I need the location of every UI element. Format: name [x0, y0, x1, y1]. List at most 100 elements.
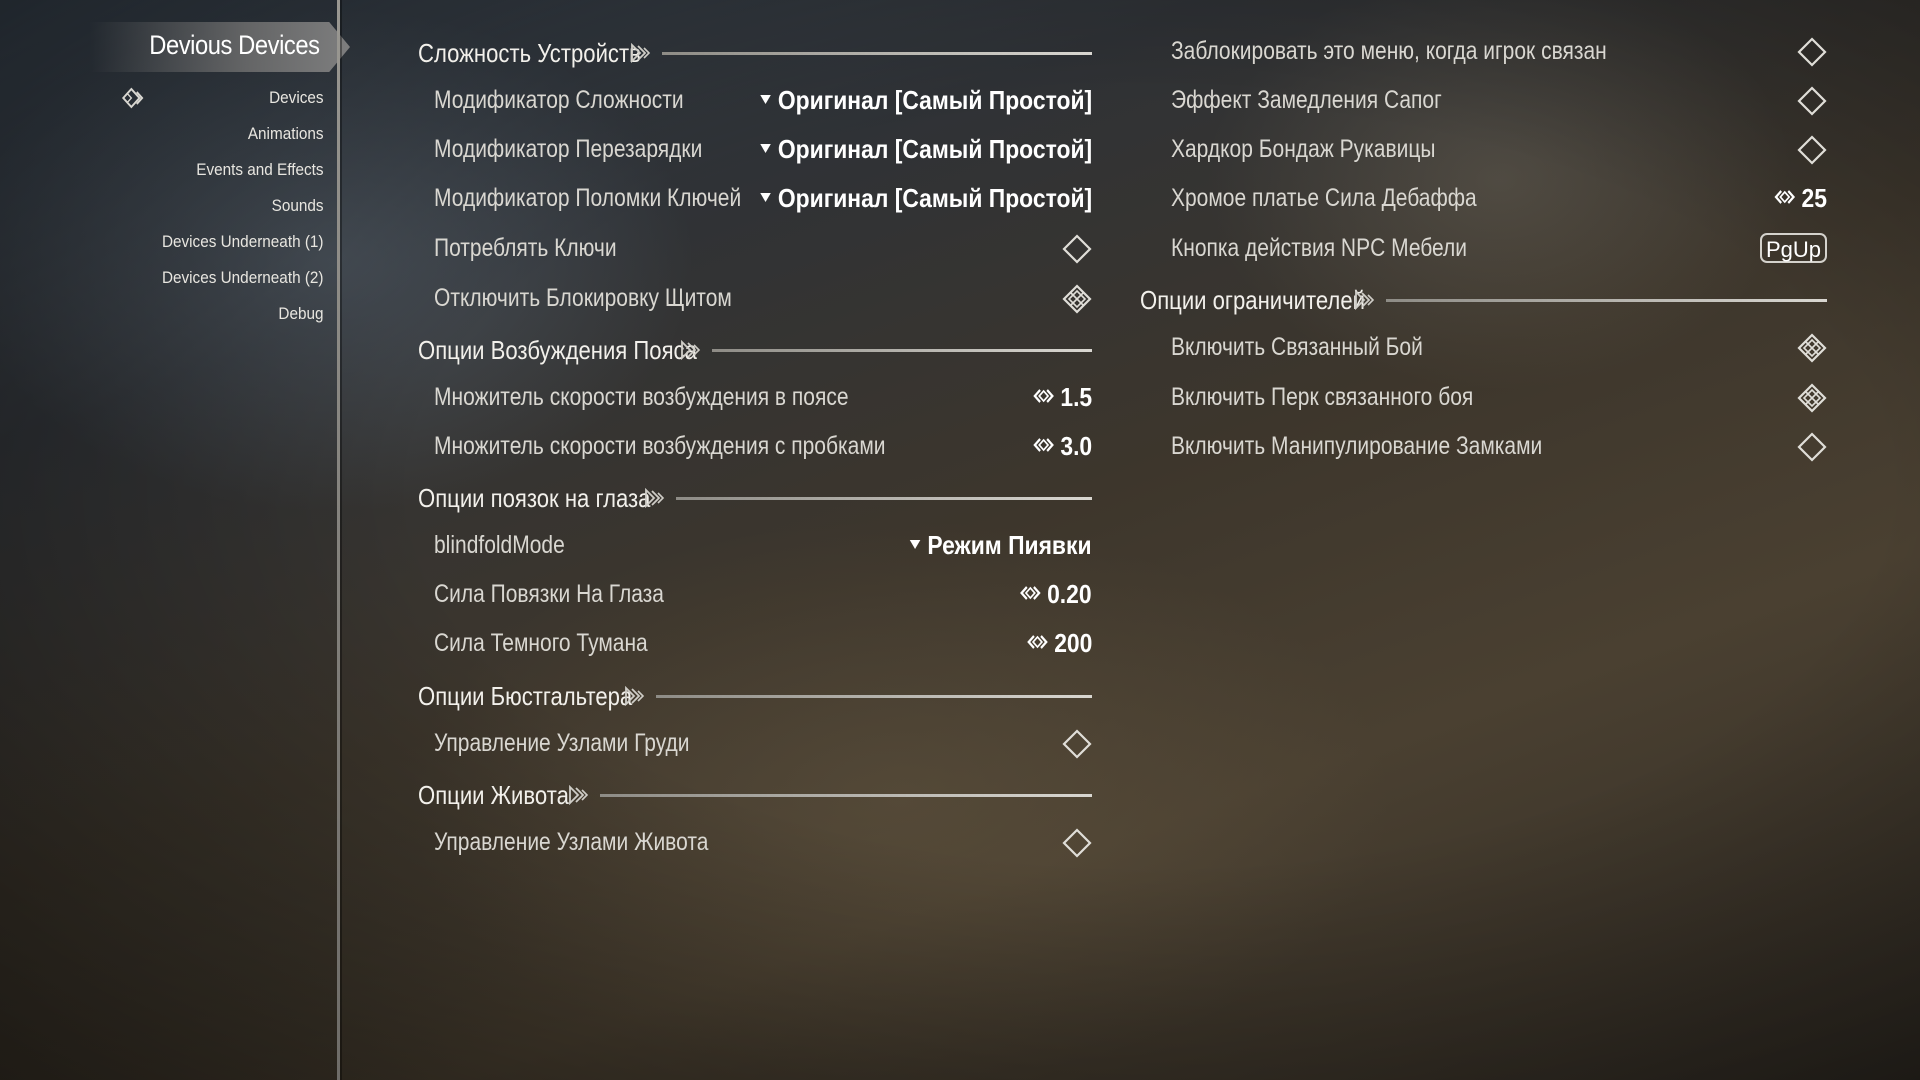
selected-page-icon [122, 87, 144, 109]
double-chevron-icon [1032, 388, 1055, 404]
option-difficulty-modifier[interactable]: Модификатор Сложности Оригинал [Самый Пр… [418, 78, 1092, 122]
section-divider [676, 497, 1092, 500]
option-bound-combat[interactable]: Включить Связанный Бой [1155, 325, 1827, 369]
option-label: Управление Узлами Груди [434, 729, 690, 757]
slider-value[interactable]: 25 [1773, 176, 1827, 220]
dropdown-value[interactable]: Оригинал [Самый Простой] [760, 78, 1092, 122]
slider-text: 200 [1053, 628, 1092, 658]
option-label: Включить Перк связанного боя [1171, 383, 1474, 411]
page-item-animations[interactable]: Animations [162, 116, 324, 152]
mod-title: Devious Devices [149, 30, 321, 60]
dropdown-value[interactable]: Оригинал [Самый Простой] [760, 176, 1092, 220]
option-label: Модификатор Поломки Ключей [434, 184, 742, 212]
slider-value[interactable]: 3.0 [1032, 424, 1092, 468]
option-npc-furniture-key[interactable]: Кнопка действия NPC Мебели PgUp [1155, 226, 1827, 270]
dropdown-text: Оригинал [Самый Простой] [777, 85, 1092, 115]
ornament-icon [624, 686, 654, 706]
double-chevron-icon [1032, 437, 1055, 453]
slider-value[interactable]: 200 [1026, 621, 1092, 665]
triangle-down-icon [760, 94, 771, 104]
page-label: Devices [269, 88, 324, 107]
toggle-off-icon[interactable] [1062, 234, 1092, 264]
option-consume-keys[interactable]: Потреблять Ключи [418, 226, 1092, 270]
option-hobble-debuff[interactable]: Хромое платье Сила Дебаффа 25 [1155, 176, 1827, 220]
toggle-on-icon[interactable] [1062, 284, 1092, 314]
page-item-underneath-2[interactable]: Devices Underneath (2) [162, 260, 324, 296]
dropdown-value[interactable]: Оригинал [Самый Простой] [760, 127, 1092, 171]
ornament-icon [680, 340, 710, 360]
option-label: blindfoldMode [434, 531, 565, 559]
page-item-debug[interactable]: Debug [162, 296, 324, 332]
option-label: Сила Повязки На Глаза [434, 580, 664, 608]
option-label: Управление Узлами Живота [434, 828, 709, 856]
double-chevron-icon [1773, 189, 1796, 205]
option-blindfold-strength[interactable]: Сила Повязки На Глаза 0.20 [418, 572, 1092, 616]
page-item-sounds[interactable]: Sounds [162, 188, 324, 224]
option-label: Модификатор Перезарядки [434, 135, 703, 163]
triangle-down-icon [910, 539, 921, 549]
option-belt-arousal-rate[interactable]: Множитель скорости возбуждения в поясе 1… [418, 375, 1092, 419]
option-label: Отключить Блокировку Щитом [434, 284, 732, 312]
dropdown-text: Оригинал [Самый Простой] [777, 134, 1092, 164]
ornament-icon [568, 785, 598, 805]
slider-text: 1.5 [1060, 382, 1092, 412]
mod-title-selector[interactable]: Devious Devices [90, 22, 350, 72]
toggle-off-icon[interactable] [1062, 828, 1092, 858]
toggle-on-icon[interactable] [1797, 333, 1827, 363]
option-dark-fog-strength[interactable]: Сила Темного Тумана 200 [418, 621, 1092, 665]
option-label: Множитель скорости возбуждения с пробкам… [434, 432, 886, 460]
slider-value[interactable]: 0.20 [1019, 572, 1092, 616]
ornament-icon [1354, 290, 1384, 310]
option-belly-nodes[interactable]: Управление Узлами Живота [418, 820, 1092, 864]
option-hardcore-mittens[interactable]: Хардкор Бондаж Рукавицы [1155, 127, 1827, 171]
option-breast-nodes[interactable]: Управление Узлами Груди [418, 721, 1092, 765]
option-blindfold-mode[interactable]: blindfoldMode Режим Пиявки [418, 523, 1092, 567]
option-cooldown-modifier[interactable]: Модификатор Перезарядки Оригинал [Самый … [418, 127, 1092, 171]
option-boots-slow[interactable]: Эффект Замедления Сапог [1155, 78, 1827, 122]
slider-value[interactable]: 1.5 [1032, 375, 1092, 419]
section-title: Опции ограничителей [1140, 285, 1365, 315]
page-item-underneath-1[interactable]: Devices Underneath (1) [162, 224, 324, 260]
section-header-belly: Опции Живота [418, 773, 1092, 817]
option-disable-shield-lock[interactable]: Отключить Блокировку Щитом [418, 276, 1092, 320]
section-divider [662, 52, 1092, 55]
keymap-button[interactable]: PgUp [1759, 233, 1827, 263]
dropdown-text: Режим Пиявки [927, 530, 1092, 560]
toggle-off-icon[interactable] [1062, 729, 1092, 759]
option-label: Сила Темного Тумана [434, 629, 648, 657]
section-header-restraints: Опции ограничителей [1140, 278, 1827, 322]
option-plug-arousal-rate[interactable]: Множитель скорости возбуждения с пробкам… [418, 424, 1092, 468]
section-title: Сложность Устройств [418, 38, 641, 68]
toggle-off-icon[interactable] [1797, 37, 1827, 67]
option-lockpicking[interactable]: Включить Манипулирование Замками [1155, 424, 1827, 468]
dropdown-text: Оригинал [Самый Простой] [777, 183, 1092, 213]
option-label: Эффект Замедления Сапог [1171, 86, 1442, 114]
option-bound-combat-perk[interactable]: Включить Перк связанного боя [1155, 375, 1827, 419]
option-keybreak-modifier[interactable]: Модификатор Поломки Ключей Оригинал [Сам… [418, 176, 1092, 220]
section-divider [1386, 299, 1827, 302]
option-lock-menu[interactable]: Заблокировать это меню, когда игрок связ… [1155, 29, 1827, 73]
double-chevron-icon [1026, 634, 1049, 650]
option-label: Потреблять Ключи [434, 234, 617, 262]
ornament-icon [630, 43, 660, 63]
sidebar-divider [337, 0, 340, 1080]
section-divider [712, 349, 1092, 352]
option-label: Кнопка действия NPC Мебели [1171, 234, 1468, 262]
toggle-off-icon[interactable] [1797, 86, 1827, 116]
toggle-on-icon[interactable] [1797, 383, 1827, 413]
toggle-off-icon[interactable] [1797, 135, 1827, 165]
section-title: Опции Возбуждения Пояса [418, 335, 697, 365]
page-item-devices[interactable]: Devices [122, 80, 324, 116]
section-header-bra: Опции Бюстгальтера [418, 674, 1092, 718]
triangle-down-icon [760, 143, 771, 153]
option-label: Модификатор Сложности [434, 86, 684, 114]
toggle-off-icon[interactable] [1797, 432, 1827, 462]
slider-text: 3.0 [1060, 431, 1092, 461]
ornament-icon [644, 488, 674, 508]
mod-sidebar: Devious Devices Devices Animations Event… [0, 0, 350, 1080]
dropdown-value[interactable]: Режим Пиявки [910, 523, 1092, 567]
page-item-events[interactable]: Events and Effects [162, 152, 324, 188]
option-label: Хромое платье Сила Дебаффа [1171, 184, 1477, 212]
option-label: Заблокировать это меню, когда игрок связ… [1171, 37, 1607, 65]
section-title: Опции Бюстгальтера [418, 681, 633, 711]
